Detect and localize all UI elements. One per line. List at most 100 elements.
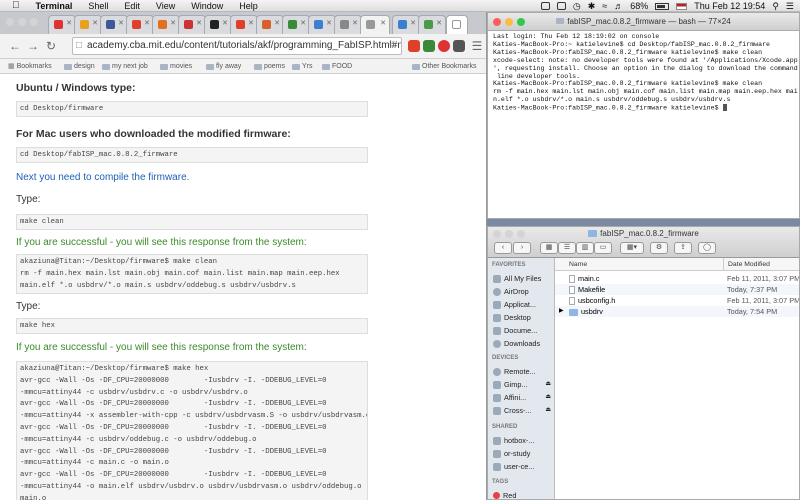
browser-tab[interactable]: ✕ (392, 15, 420, 34)
terminal-output[interactable]: Last login: Thu Feb 12 18:19:02 on conso… (493, 33, 798, 112)
address-bar[interactable]: □ academy.cba.mit.edu/content/tutorials/… (72, 37, 402, 55)
time-machine-icon[interactable]: ◷ (573, 0, 581, 12)
tab-close-icon[interactable]: ✕ (118, 19, 124, 27)
eject-icon[interactable]: ⏏ (545, 404, 551, 417)
browser-tab[interactable]: ✕ (256, 15, 284, 34)
extension-icon[interactable] (423, 40, 435, 52)
browser-tab[interactable]: ✕ (178, 15, 206, 34)
zoom-button[interactable] (517, 18, 525, 26)
sidebar-item-documents[interactable]: Docume... (493, 324, 553, 337)
menu-shell[interactable]: Shell (80, 0, 116, 12)
file-row[interactable]: usbconfig.h Feb 11, 2011, 3:07 PM (555, 295, 799, 306)
column-view-button[interactable]: ▥ (576, 242, 594, 254)
bookmark-star-icon[interactable]: ☆ (388, 38, 397, 54)
sidebar-item-downloads[interactable]: Downloads (493, 337, 553, 350)
sidebar-item-applications[interactable]: Applicat... (493, 298, 553, 311)
browser-tab[interactable]: ✕ (100, 15, 128, 34)
sidebar-item-remote-disc[interactable]: Remote... (493, 365, 553, 378)
sidebar-item-tag-red[interactable]: Red (493, 489, 553, 499)
bookmark-folder[interactable]: movies (160, 59, 192, 74)
adblock-icon[interactable] (438, 40, 450, 52)
tab-close-icon[interactable]: ✕ (222, 19, 228, 27)
sidebar-item-all-my-files[interactable]: All My Files (493, 272, 553, 285)
sidebar-item-user-ce[interactable]: user-ce... (493, 460, 553, 473)
file-row[interactable]: Makefile Today, 7:37 PM (555, 284, 799, 295)
browser-tab[interactable]: ✕ (282, 15, 310, 34)
flag-icon[interactable] (676, 2, 688, 10)
minimize-button[interactable] (505, 18, 513, 26)
menu-clock[interactable]: Thu Feb 12 19:54 (694, 0, 765, 12)
tag-button[interactable]: ◯ (698, 242, 716, 254)
close-button[interactable] (493, 18, 501, 26)
browser-tab[interactable]: ✕ (418, 15, 446, 34)
tab-close-icon[interactable]: ✕ (326, 19, 332, 27)
tab-close-icon[interactable]: ✕ (170, 19, 176, 27)
menu-icon[interactable]: ☰ (470, 39, 484, 53)
tab-close-icon[interactable]: ✕ (352, 19, 358, 27)
wifi-icon[interactable]: ≈ (602, 0, 607, 12)
menu-view[interactable]: View (148, 0, 183, 12)
browser-tab[interactable]: ✕ (204, 15, 232, 34)
back-icon[interactable]: ← (8, 39, 22, 53)
tab-close-icon[interactable]: ✕ (92, 19, 98, 27)
tab-close-icon[interactable]: ✕ (380, 19, 386, 27)
browser-tab-active[interactable]: ✕ (360, 15, 390, 34)
close-button[interactable] (6, 18, 14, 26)
browser-tab[interactable]: ✕ (308, 15, 336, 34)
notification-center-icon[interactable]: ☰ (786, 0, 794, 12)
browser-tab[interactable]: ✕ (230, 15, 258, 34)
battery-icon[interactable] (655, 2, 670, 10)
tab-close-icon[interactable]: ✕ (144, 19, 150, 27)
bookmark-folder[interactable]: FOOD (322, 59, 352, 74)
battery-percent[interactable]: 68% (630, 0, 648, 12)
arrange-button[interactable]: ▦▾ (620, 242, 644, 254)
tab-close-icon[interactable]: ✕ (248, 19, 254, 27)
extension-icon[interactable] (453, 40, 465, 52)
browser-tab[interactable] (446, 15, 468, 34)
list-view-button[interactable]: ☰ (558, 242, 576, 254)
disclosure-triangle-icon[interactable]: ▶ (559, 306, 564, 317)
menu-edit[interactable]: Edit (116, 0, 148, 12)
eject-icon[interactable]: ⏏ (545, 378, 551, 391)
browser-tab[interactable]: ✕ (152, 15, 180, 34)
spotlight-icon[interactable]: ⚲ (772, 0, 779, 12)
menu-window[interactable]: Window (183, 0, 231, 12)
forward-button[interactable]: › (513, 242, 531, 254)
bookmark-folder[interactable]: design (64, 59, 95, 74)
menu-extra-icon[interactable] (540, 2, 550, 10)
extension-icon[interactable] (408, 40, 420, 52)
browser-tab[interactable]: ✕ (126, 15, 154, 34)
volume-icon[interactable]: ♬ (614, 0, 623, 12)
bluetooth-icon[interactable]: ✱ (588, 0, 596, 12)
sidebar-item-or-study[interactable]: or-study (493, 447, 553, 460)
bookmark-folder[interactable]: poems (254, 59, 285, 74)
sidebar-item-cross[interactable]: Cross-... ⏏ (493, 404, 553, 417)
dropbox-icon[interactable] (556, 2, 566, 10)
browser-tab[interactable]: ✕ (48, 15, 76, 34)
icon-view-button[interactable]: ▦ (540, 242, 558, 254)
tab-close-icon[interactable]: ✕ (300, 19, 306, 27)
forward-icon[interactable]: → (26, 39, 40, 53)
browser-tab[interactable]: ✕ (334, 15, 362, 34)
minimize-button[interactable] (18, 18, 26, 26)
back-button[interactable]: ‹ (494, 242, 512, 254)
file-row[interactable]: main.c Feb 11, 2011, 3:07 PM (555, 273, 799, 284)
cover-flow-button[interactable]: ▭ (594, 242, 612, 254)
zoom-button[interactable] (30, 18, 38, 26)
tab-close-icon[interactable]: ✕ (196, 19, 202, 27)
other-bookmarks[interactable]: Other Bookmarks (412, 59, 476, 74)
bookmark-item[interactable]: ▦ Bookmarks (8, 59, 52, 74)
browser-tab[interactable]: ✕ (74, 15, 102, 34)
sidebar-item-desktop[interactable]: Desktop (493, 311, 553, 324)
share-icon[interactable]: ⇪ (674, 242, 692, 254)
eject-icon[interactable]: ⏏ (545, 391, 551, 404)
bookmark-folder[interactable]: Yrs (292, 59, 313, 74)
folder-row[interactable]: ▶ usbdrv Today, 7:54 PM (555, 306, 799, 317)
sidebar-item-affinity[interactable]: Affini... ⏏ (493, 391, 553, 404)
tab-close-icon[interactable]: ✕ (436, 19, 442, 27)
reload-icon[interactable]: ↻ (44, 39, 58, 53)
apple-menu-icon[interactable]:  (4, 0, 28, 12)
tab-close-icon[interactable]: ✕ (274, 19, 280, 27)
sidebar-item-hotbox[interactable]: hotbox-... (493, 434, 553, 447)
column-name[interactable]: Name (569, 258, 587, 271)
